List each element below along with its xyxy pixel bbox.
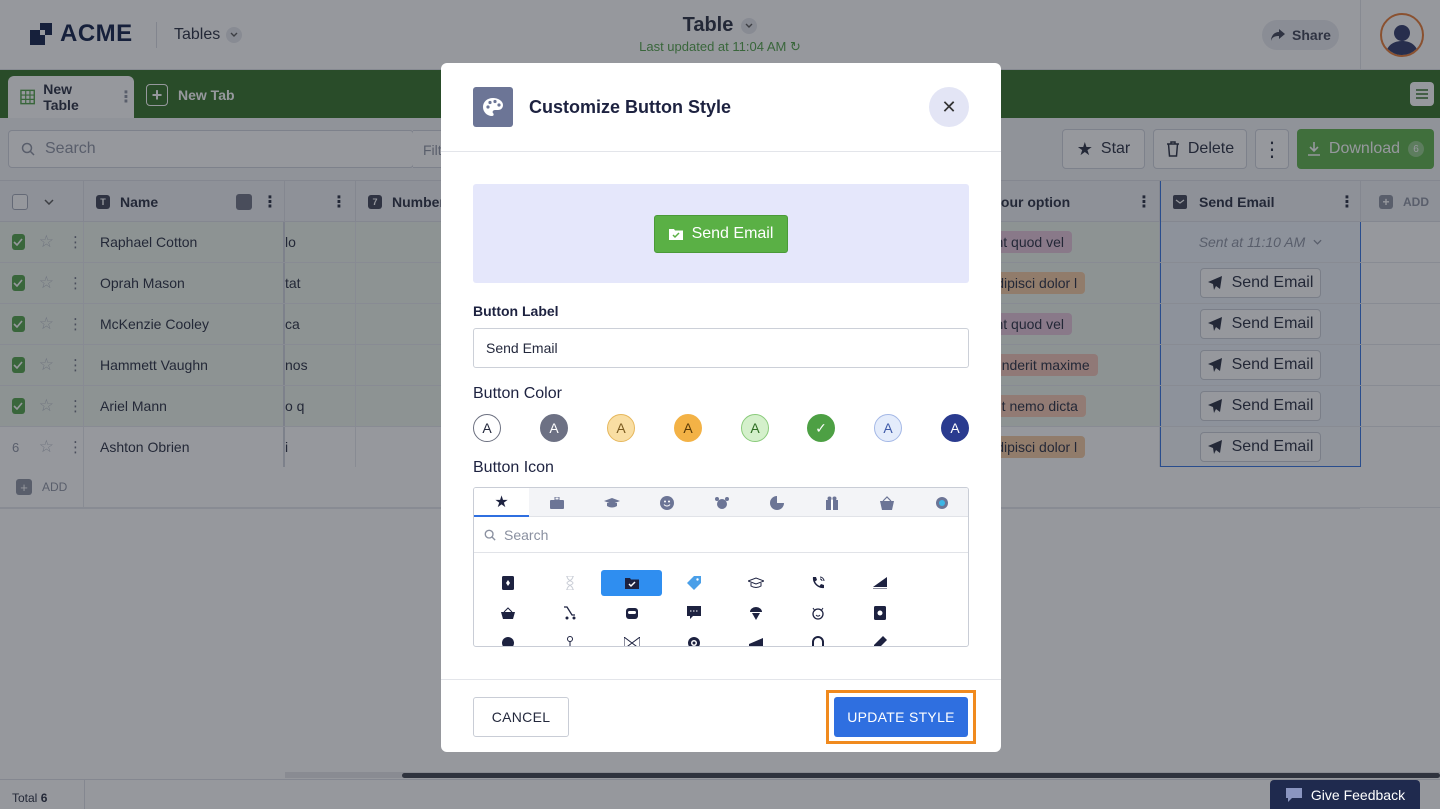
icon-option-target[interactable]	[663, 630, 724, 646]
button-preview-area: Send Email	[473, 184, 969, 283]
palette-icon	[473, 87, 513, 127]
icon-option-devil[interactable]	[787, 600, 848, 626]
icon-option-chart[interactable]	[725, 630, 786, 646]
dialog-footer: CANCEL UPDATE STYLE	[441, 679, 1001, 752]
icon-option-stroller[interactable]	[539, 600, 600, 626]
button-label-heading: Button Label	[473, 303, 559, 319]
dialog-header: Customize Button Style ✕	[441, 63, 1001, 152]
color-swatch[interactable]: A	[540, 414, 568, 442]
icon-option-chat[interactable]	[663, 600, 724, 626]
icon-category-tabs: ★	[474, 488, 968, 517]
icon-category-graduation-cap-icon[interactable]	[584, 488, 639, 517]
dialog-title: Customize Button Style	[529, 97, 732, 117]
icon-category-food-icon[interactable]	[749, 488, 804, 517]
icon-option-sail[interactable]	[849, 570, 910, 596]
button-icon-heading: Button Icon	[473, 459, 554, 476]
button-color-heading: Button Color	[473, 385, 562, 402]
icon-option-folder-check-selected[interactable]	[601, 570, 662, 596]
icon-option-bow[interactable]	[601, 630, 662, 646]
icon-option-key[interactable]	[539, 630, 600, 646]
customize-button-style-dialog: Customize Button Style ✕ Send Email Butt…	[441, 63, 1001, 752]
close-icon[interactable]: ✕	[929, 87, 969, 127]
icon-option-basket[interactable]	[477, 600, 538, 626]
preview-button: Send Email	[654, 215, 788, 253]
icon-search-input[interactable]: Search	[474, 517, 968, 553]
icon-category-animal-icon[interactable]	[694, 488, 749, 517]
icon-option-hourglass[interactable]	[539, 570, 600, 596]
icon-category-star-icon[interactable]: ★	[474, 488, 529, 517]
color-swatch[interactable]: A	[607, 414, 635, 442]
color-swatch[interactable]: A	[473, 414, 501, 442]
give-feedback-label: Give Feedback	[1310, 786, 1406, 803]
icon-search-placeholder: Search	[504, 526, 549, 543]
icon-option-magnet[interactable]	[787, 630, 848, 646]
icon-option-graduation-cap[interactable]	[725, 570, 786, 596]
icon-option-tag[interactable]	[663, 570, 724, 596]
icon-option-ice-cream[interactable]	[725, 600, 786, 626]
color-swatch-selected[interactable]: ✓	[807, 414, 835, 442]
icon-option-phone[interactable]	[787, 570, 848, 596]
icon-option-coin[interactable]	[477, 630, 538, 646]
color-swatch[interactable]: A	[874, 414, 902, 442]
color-swatch[interactable]: A	[941, 414, 969, 442]
feedback-chat-icon	[1285, 787, 1302, 802]
icon-option-robot[interactable]	[601, 600, 662, 626]
color-swatch[interactable]: A	[741, 414, 769, 442]
icon-option-card[interactable]	[477, 570, 538, 596]
icon-category-smiley-icon[interactable]	[639, 488, 694, 517]
update-style-button[interactable]: UPDATE STYLE	[834, 697, 968, 737]
color-swatch[interactable]: A	[674, 414, 702, 442]
icon-category-basket-icon[interactable]	[859, 488, 914, 517]
icon-picker: ★ Search	[473, 487, 969, 647]
icon-option-pen[interactable]	[849, 630, 910, 646]
search-icon	[484, 529, 496, 541]
give-feedback-button[interactable]: Give Feedback	[1270, 780, 1420, 809]
icon-option-card-suit[interactable]	[849, 600, 910, 626]
icon-category-gift-icon[interactable]	[804, 488, 859, 517]
preview-button-label: Send Email	[691, 225, 774, 242]
folder-check-icon	[668, 229, 683, 240]
cancel-button[interactable]: CANCEL	[473, 697, 569, 737]
icon-category-flag-icon[interactable]	[914, 488, 968, 517]
icon-category-briefcase-icon[interactable]	[529, 488, 584, 517]
button-label-input[interactable]: Send Email	[473, 328, 969, 368]
